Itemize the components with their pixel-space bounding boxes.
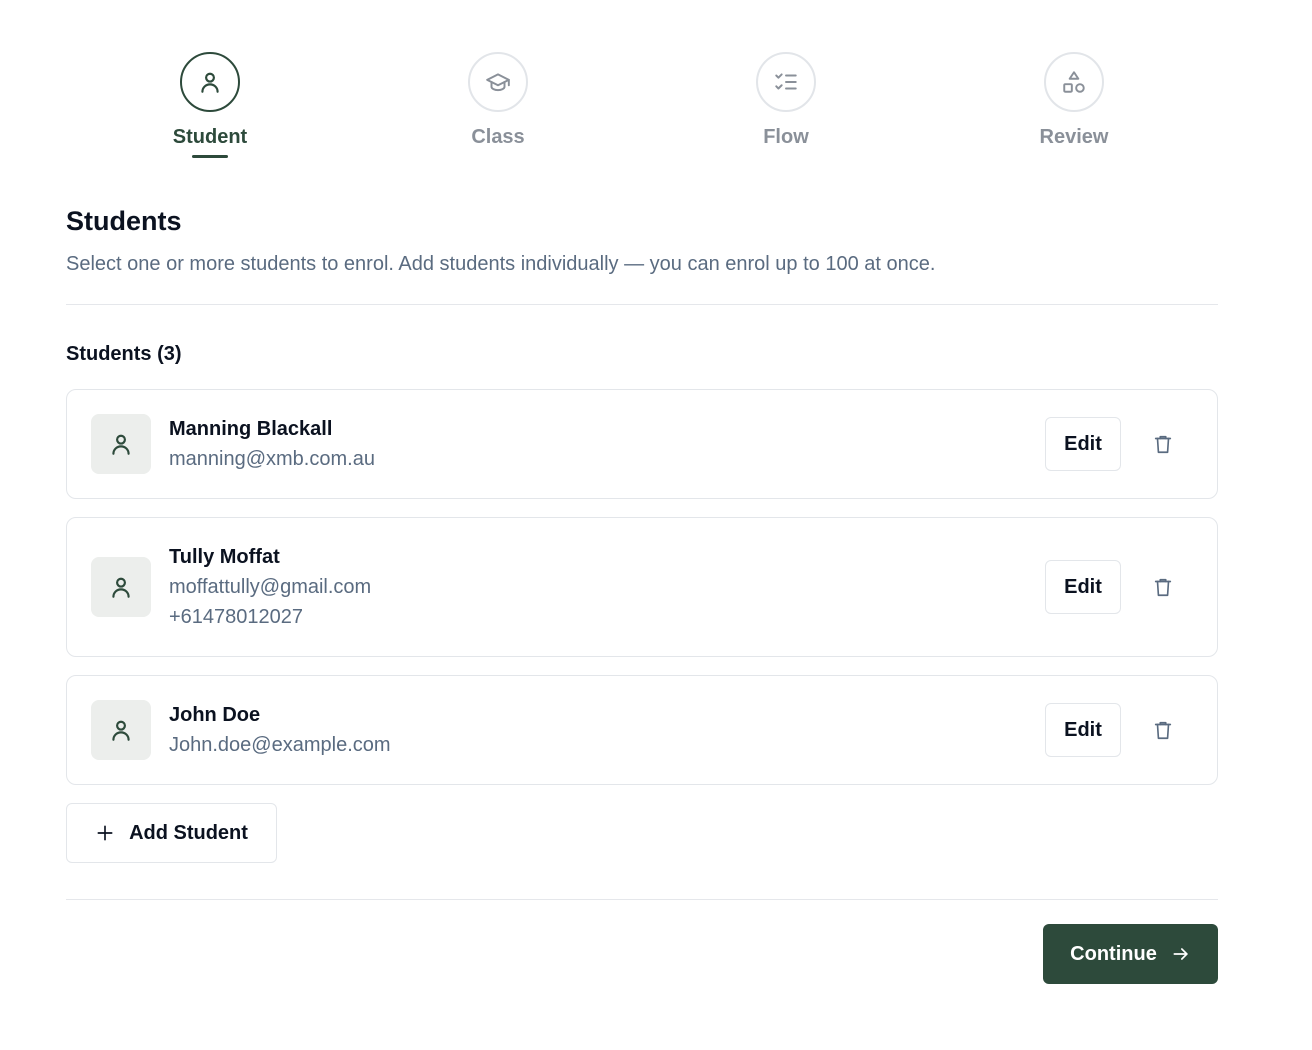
student-name: Tully Moffat: [169, 546, 280, 568]
step-class-label: Class: [471, 126, 525, 148]
user-icon: [112, 720, 130, 741]
avatar: [91, 414, 151, 474]
active-step-indicator: [192, 155, 228, 158]
add-student-label: Add Student: [129, 821, 248, 844]
step-review[interactable]: Review: [994, 52, 1154, 149]
plus-icon: [97, 825, 113, 841]
step-review-circle: [1044, 52, 1104, 112]
header-divider: [66, 304, 1218, 305]
avatar: [91, 557, 151, 617]
student-phone: +61478012027: [169, 606, 304, 628]
step-class[interactable]: Class: [418, 52, 578, 149]
user-icon: [112, 434, 130, 455]
student-email: manning@xmb.com.au: [169, 448, 375, 470]
student-card: John Doe John.doe@example.com Edit: [66, 675, 1218, 785]
continue-label: Continue: [1070, 942, 1157, 965]
page-title: Students: [66, 206, 182, 236]
delete-button[interactable]: [1147, 714, 1179, 746]
avatar: [91, 700, 151, 760]
student-info: John Doe John.doe@example.com: [169, 700, 391, 760]
graduation-cap-icon: [486, 73, 510, 92]
arrow-right-icon: [1173, 948, 1188, 960]
step-flow-label: Flow: [763, 126, 809, 148]
student-email: John.doe@example.com: [169, 734, 391, 756]
edit-button[interactable]: Edit: [1045, 703, 1121, 757]
user-icon: [201, 72, 219, 93]
student-email: moffattully@gmail.com: [169, 576, 372, 598]
student-info: Tully Moffat moffattully@gmail.com +6147…: [169, 542, 371, 632]
student-name: John Doe: [169, 704, 261, 726]
delete-button[interactable]: [1147, 571, 1179, 603]
continue-button[interactable]: Continue: [1043, 924, 1218, 984]
step-flow[interactable]: Flow: [706, 52, 866, 149]
user-icon: [112, 577, 130, 598]
student-card: Manning Blackall manning@xmb.com.au Edit: [66, 389, 1218, 499]
trash-icon: [1154, 435, 1172, 454]
step-student-circle: [180, 52, 240, 112]
edit-button[interactable]: Edit: [1045, 417, 1121, 471]
step-flow-circle: [756, 52, 816, 112]
delete-button[interactable]: [1147, 428, 1179, 460]
step-class-circle: [468, 52, 528, 112]
edit-button[interactable]: Edit: [1045, 560, 1121, 614]
add-student-button[interactable]: Add Student: [66, 803, 277, 863]
student-card: Tully Moffat moffattully@gmail.com +6147…: [66, 517, 1218, 657]
student-info: Manning Blackall manning@xmb.com.au: [169, 414, 375, 474]
step-student[interactable]: Student: [130, 52, 290, 158]
students-section-title: Students (3): [66, 343, 182, 365]
step-review-label: Review: [1039, 126, 1109, 148]
checklist-icon: [775, 73, 797, 90]
trash-icon: [1154, 721, 1172, 740]
footer-divider: [66, 899, 1218, 900]
student-name: Manning Blackall: [169, 418, 333, 440]
shapes-icon: [1063, 71, 1085, 93]
step-student-label: Student: [172, 126, 248, 148]
page-description: Select one or more students to enrol. Ad…: [66, 253, 936, 275]
progress-stepper: Student Class Flow Review: [0, 52, 1312, 162]
trash-icon: [1154, 578, 1172, 597]
